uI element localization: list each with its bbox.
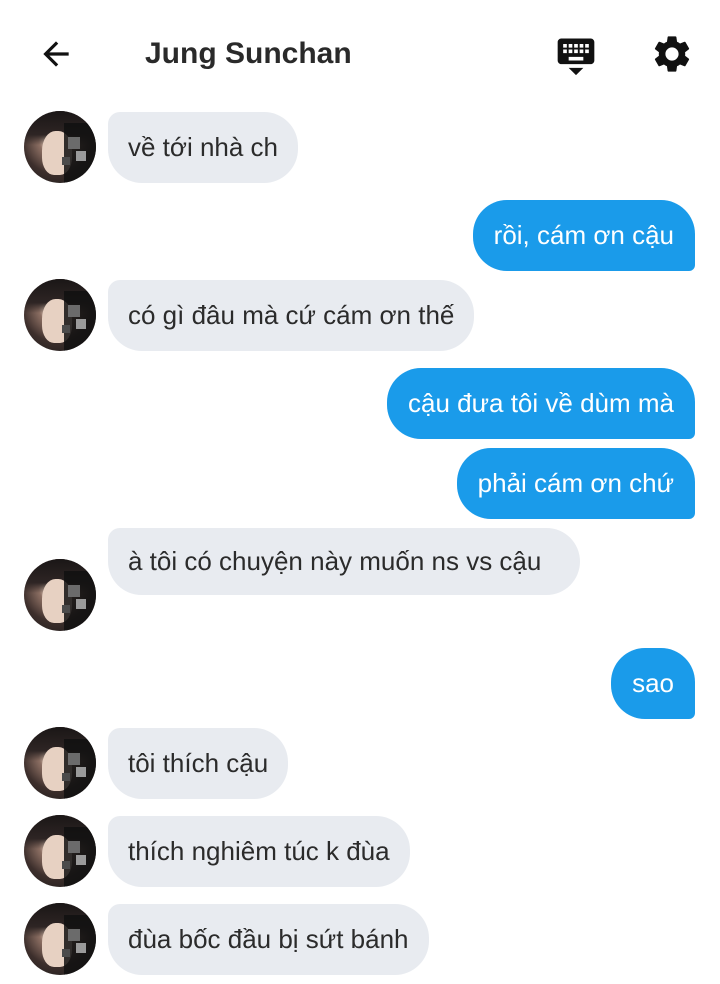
avatar[interactable] (24, 279, 96, 351)
avatar[interactable] (24, 903, 96, 975)
outgoing-message[interactable]: rồi, cám ơn cậu (472, 200, 695, 271)
avatar[interactable] (24, 727, 96, 799)
avatar[interactable] (24, 559, 96, 631)
outgoing-message[interactable]: cậu đưa tôi về dùm mà (387, 368, 695, 439)
avatar[interactable] (24, 815, 96, 887)
outgoing-message[interactable]: sao (611, 648, 695, 719)
avatar[interactable] (24, 111, 96, 183)
incoming-message[interactable]: có gì đâu mà cứ cám ơn thế (108, 280, 475, 351)
incoming-message[interactable]: về tới nhà ch (108, 112, 299, 183)
incoming-message[interactable]: đùa bốc đầu bị sứt bánh (108, 904, 429, 975)
message-list[interactable]: về tới nhà ch rồi, cám ơn cậu có gì đâu … (0, 0, 720, 984)
incoming-message[interactable]: thích nghiêm túc k đùa (108, 816, 410, 887)
incoming-message[interactable]: à tôi có chuyện này muốn ns vs cậu (108, 528, 580, 595)
outgoing-message[interactable]: phải cám ơn chứ (456, 448, 695, 519)
incoming-message[interactable]: tôi thích cậu (108, 728, 289, 799)
